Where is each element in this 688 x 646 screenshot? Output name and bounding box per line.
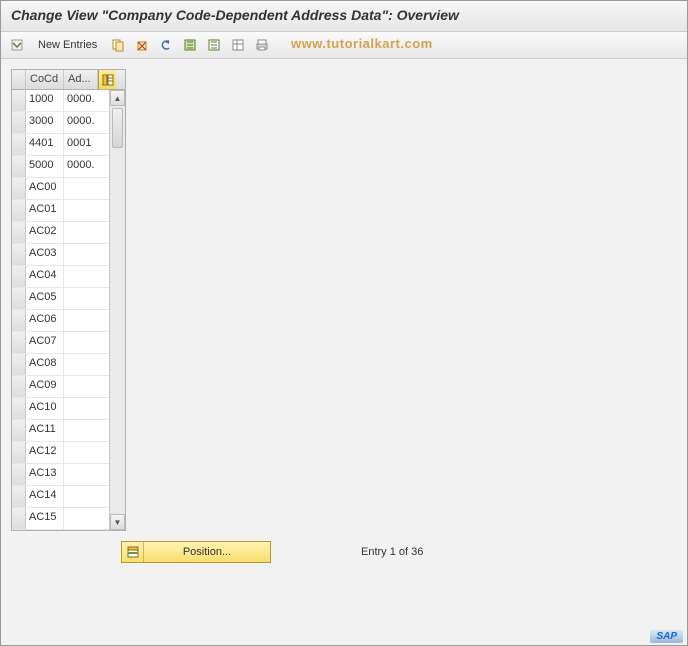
table-header: CoCd Ad...	[12, 70, 125, 90]
cell-ad[interactable]: 0000.	[64, 90, 98, 111]
position-button[interactable]: Position...	[121, 541, 271, 563]
col-header-cocd[interactable]: CoCd	[26, 70, 64, 89]
cell-cocd[interactable]: AC05	[26, 288, 64, 309]
cell-cocd[interactable]: AC08	[26, 354, 64, 375]
cell-ad[interactable]	[64, 420, 98, 441]
cell-ad[interactable]	[64, 442, 98, 463]
page-title: Change View "Company Code-Dependent Addr…	[11, 7, 677, 23]
vertical-scrollbar[interactable]: ▲ ▼	[109, 90, 125, 530]
cell-cocd[interactable]: AC02	[26, 222, 64, 243]
cell-cocd[interactable]: AC12	[26, 442, 64, 463]
row-selector[interactable]	[12, 332, 26, 353]
cell-ad[interactable]	[64, 266, 98, 287]
row-selector[interactable]	[12, 266, 26, 287]
cell-ad[interactable]	[64, 310, 98, 331]
row-selector[interactable]	[12, 486, 26, 507]
title-bar: Change View "Company Code-Dependent Addr…	[1, 1, 687, 32]
position-icon	[122, 542, 144, 562]
configure-columns-icon[interactable]	[98, 70, 116, 89]
cell-cocd[interactable]: AC11	[26, 420, 64, 441]
watermark: www.tutorialkart.com	[291, 36, 433, 51]
row-selector[interactable]	[12, 156, 26, 177]
cell-cocd[interactable]: AC00	[26, 178, 64, 199]
cell-cocd[interactable]: 5000	[26, 156, 64, 177]
delete-icon[interactable]	[132, 35, 152, 55]
cell-cocd[interactable]: AC13	[26, 464, 64, 485]
toolbar: New Entries www.tutorialkart.com	[1, 32, 687, 59]
row-selector[interactable]	[12, 222, 26, 243]
scroll-up-icon[interactable]: ▲	[110, 90, 125, 106]
cell-cocd[interactable]: AC03	[26, 244, 64, 265]
cell-ad[interactable]	[64, 464, 98, 485]
scroll-thumb[interactable]	[112, 108, 123, 148]
row-selector[interactable]	[12, 310, 26, 331]
row-selector[interactable]	[12, 398, 26, 419]
cell-ad[interactable]	[64, 508, 98, 529]
cell-ad[interactable]	[64, 178, 98, 199]
print-icon[interactable]	[252, 35, 272, 55]
row-selector[interactable]	[12, 442, 26, 463]
cell-ad[interactable]: 0000.	[64, 156, 98, 177]
row-selector[interactable]	[12, 134, 26, 155]
row-selector[interactable]	[12, 354, 26, 375]
undo-icon[interactable]	[156, 35, 176, 55]
cell-ad[interactable]	[64, 288, 98, 309]
footer: Position... Entry 1 of 36	[121, 541, 423, 563]
cell-cocd[interactable]: 4401	[26, 134, 64, 155]
row-selector[interactable]	[12, 244, 26, 265]
cell-ad[interactable]	[64, 244, 98, 265]
cell-ad[interactable]	[64, 486, 98, 507]
cell-cocd[interactable]: AC06	[26, 310, 64, 331]
copy-icon[interactable]	[108, 35, 128, 55]
row-selector[interactable]	[12, 90, 26, 111]
cell-ad[interactable]	[64, 398, 98, 419]
cell-ad[interactable]: 0001	[64, 134, 98, 155]
row-selector[interactable]	[12, 376, 26, 397]
cell-cocd[interactable]: AC10	[26, 398, 64, 419]
cell-ad[interactable]: 0000.	[64, 112, 98, 133]
cell-cocd[interactable]: AC01	[26, 200, 64, 221]
row-selector[interactable]	[12, 508, 26, 529]
content-area: CoCd Ad... 10000000.30000000.44010001500…	[1, 59, 687, 599]
row-selector[interactable]	[12, 464, 26, 485]
select-all-column[interactable]	[12, 70, 26, 89]
new-entries-button[interactable]: New Entries	[31, 36, 104, 54]
row-selector[interactable]	[12, 420, 26, 441]
row-selector[interactable]	[12, 288, 26, 309]
select-all-icon[interactable]	[180, 35, 200, 55]
table-body: 10000000.30000000.4401000150000000.AC00A…	[12, 90, 125, 530]
row-selector[interactable]	[12, 178, 26, 199]
data-table: CoCd Ad... 10000000.30000000.44010001500…	[11, 69, 126, 531]
sap-logo: SAP	[650, 630, 683, 643]
position-button-label: Position...	[144, 546, 270, 558]
cell-cocd[interactable]: 3000	[26, 112, 64, 133]
cell-ad[interactable]	[64, 332, 98, 353]
cell-cocd[interactable]: AC09	[26, 376, 64, 397]
deselect-all-icon[interactable]	[204, 35, 224, 55]
cell-cocd[interactable]: 1000	[26, 90, 64, 111]
row-selector[interactable]	[12, 200, 26, 221]
table-settings-icon[interactable]	[228, 35, 248, 55]
cell-cocd[interactable]: AC15	[26, 508, 64, 529]
expand-icon[interactable]	[7, 35, 27, 55]
cell-cocd[interactable]: AC07	[26, 332, 64, 353]
cell-cocd[interactable]: AC04	[26, 266, 64, 287]
entry-status: Entry 1 of 36	[361, 546, 423, 558]
cell-ad[interactable]	[64, 200, 98, 221]
col-header-ad[interactable]: Ad...	[64, 70, 98, 89]
cell-ad[interactable]	[64, 354, 98, 375]
cell-ad[interactable]	[64, 376, 98, 397]
cell-ad[interactable]	[64, 222, 98, 243]
scroll-track[interactable]	[110, 150, 125, 514]
cell-cocd[interactable]: AC14	[26, 486, 64, 507]
row-selector[interactable]	[12, 112, 26, 133]
scroll-down-icon[interactable]: ▼	[110, 514, 125, 530]
